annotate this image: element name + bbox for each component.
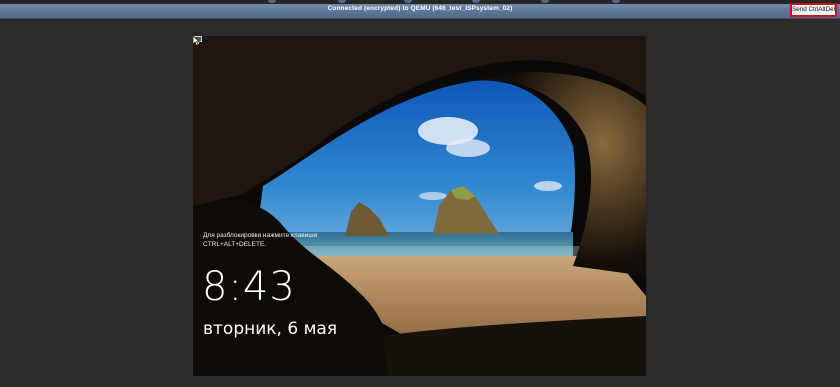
send-ctrl-alt-del-button[interactable]: Send CtrlAltDel [792,5,835,15]
remote-screen[interactable]: Для разблокировки нажмите клавиши CTRL+A… [193,36,646,376]
unlock-hint-line1: Для разблокировки нажмите клавиши [203,232,318,239]
cloud [534,181,562,191]
send-ctrl-alt-del-highlight: Send CtrlAltDel [790,3,837,17]
lockscreen-clock: 8:43 [202,264,296,310]
mouse-pointer-icon [193,36,200,46]
vnc-title-bar: Connected (encrypted) to QEMU (646_test_… [0,0,840,19]
lockscreen-date: вторник, 6 мая [203,319,338,339]
unlock-hint: Для разблокировки нажмите клавиши CTRL+A… [203,231,343,249]
cloud [419,192,447,200]
top-strip [0,0,840,4]
cloud [446,139,490,157]
connection-status-title: Connected (encrypted) to QEMU (646_test_… [327,5,513,12]
unlock-hint-line2: CTRL+ALT+DELETE. [203,241,267,248]
